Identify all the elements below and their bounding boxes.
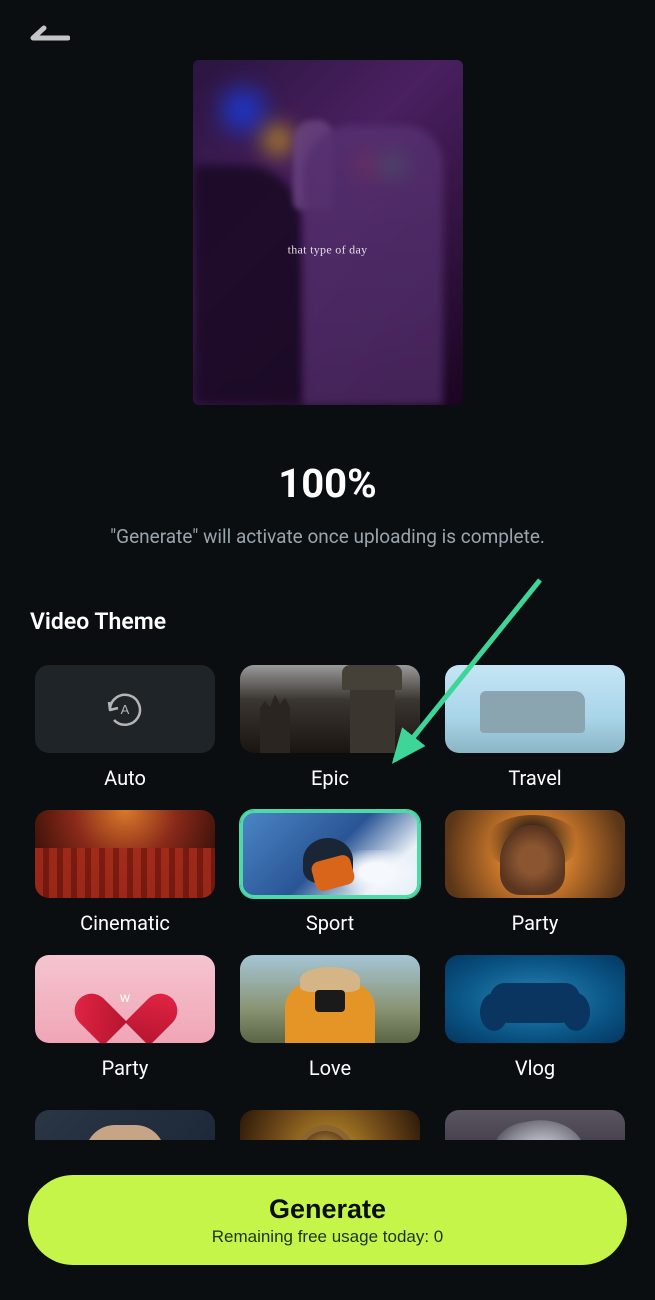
preview-area: that type of day 100% "Generate" will ac… [0, 0, 655, 548]
theme-label: Vlog [515, 1056, 555, 1080]
theme-label: Epic [311, 766, 349, 790]
theme-row4-1[interactable] [35, 1110, 215, 1140]
generate-label: Generate [269, 1194, 386, 1225]
theme-label: Party [512, 911, 559, 935]
theme-row4-2[interactable] [240, 1110, 420, 1140]
generate-button[interactable]: Generate Remaining free usage today: 0 [28, 1175, 627, 1265]
theme-label: Auto [104, 766, 146, 790]
theme-party-2[interactable]: w Party [35, 955, 215, 1080]
theme-party[interactable]: Party [445, 810, 625, 935]
theme-grid: A Auto Epic Travel Cinematic Sport [0, 635, 655, 1080]
back-arrow-icon [30, 25, 70, 50]
back-button[interactable] [30, 25, 70, 50]
theme-auto[interactable]: A Auto [35, 665, 215, 790]
generate-sub: Remaining free usage today: 0 [212, 1227, 444, 1247]
theme-grid-partial [0, 1080, 655, 1140]
theme-cinematic[interactable]: Cinematic [35, 810, 215, 935]
theme-vlog[interactable]: Vlog [445, 955, 625, 1080]
auto-refresh-icon: A [100, 689, 150, 729]
theme-label: Love [309, 1056, 351, 1080]
theme-travel[interactable]: Travel [445, 665, 625, 790]
progress-percent: 100% [278, 460, 376, 507]
progress-hint: "Generate" will activate once uploading … [80, 525, 575, 548]
theme-sport[interactable]: Sport [240, 810, 420, 935]
video-preview[interactable]: that type of day [193, 60, 463, 405]
theme-row4-3[interactable] [445, 1110, 625, 1140]
theme-label: Sport [306, 911, 354, 935]
svg-text:A: A [121, 702, 130, 717]
theme-love[interactable]: Love [240, 955, 420, 1080]
theme-label: Travel [508, 766, 561, 790]
theme-epic[interactable]: Epic [240, 665, 420, 790]
theme-label: Party [102, 1056, 149, 1080]
heart-letter: w [120, 990, 131, 1006]
preview-caption: that type of day [288, 242, 368, 257]
section-title: Video Theme [30, 608, 655, 635]
theme-label: Cinematic [80, 911, 170, 935]
